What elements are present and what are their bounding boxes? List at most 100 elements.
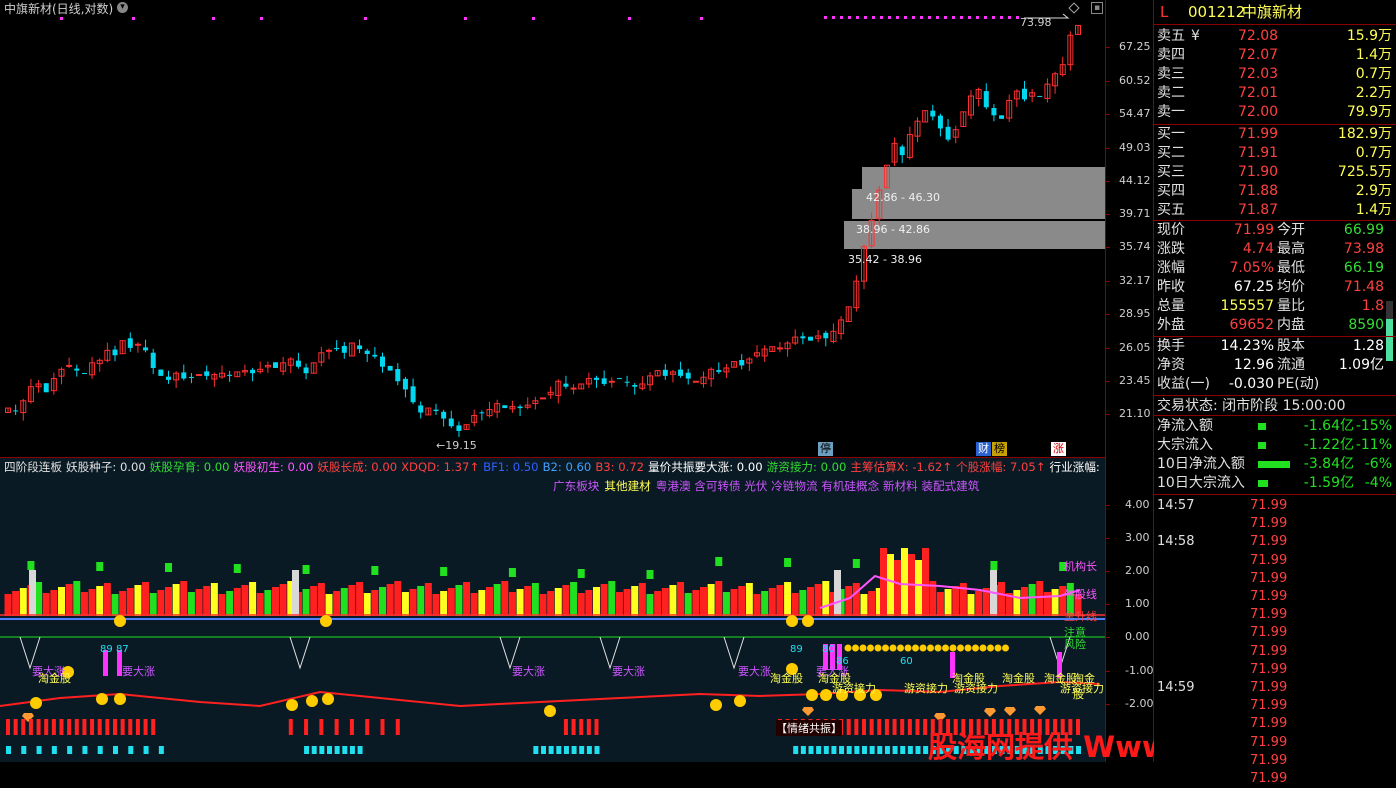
candle-body-down	[181, 372, 187, 379]
stat-label: 流通	[1277, 357, 1305, 373]
tick-row: 71.99	[1154, 715, 1396, 733]
indicator-bar	[531, 583, 539, 616]
sector-line: 广东板块 其他建材 粤港澳 含可转债 光伏 冷链物流 有机硅概念 新材料 装配式建筑	[553, 478, 984, 494]
price-tick-label: 28.95	[1119, 307, 1151, 320]
red-strip	[143, 719, 148, 735]
indicator-bar	[493, 584, 501, 616]
indicator-bar	[363, 593, 371, 616]
indicator-title-part: 量价共振要大涨: 0.00	[648, 460, 763, 474]
indicator-bar	[455, 585, 463, 616]
collapse-icon[interactable]: ▾	[117, 2, 128, 13]
candle-body-down	[937, 115, 943, 129]
top-signal-dot	[976, 16, 979, 19]
candle-body-down	[341, 345, 347, 353]
flow-value: -1.59亿	[1303, 475, 1354, 491]
chip-zone-1-label: 42.86 - 46.30	[866, 191, 940, 204]
cyan-strip	[304, 746, 310, 754]
badge-limit-up[interactable]: 涨	[1051, 442, 1066, 456]
tick-price: 71.99	[1250, 698, 1288, 714]
top-signal-dot	[832, 16, 835, 19]
bid-label: 买二	[1157, 145, 1185, 161]
indicator-float-bar	[27, 561, 35, 570]
candle-body-down	[227, 374, 233, 376]
tick-row: 71.99	[1154, 606, 1396, 624]
stat-row: 涨跌 4.74 最高 73.98	[1154, 240, 1396, 259]
indicator-bar	[348, 585, 356, 616]
bid-label: 买三	[1157, 164, 1185, 180]
tick-price: 71.99	[1250, 752, 1288, 768]
tick-row: 71.99	[1154, 697, 1396, 715]
signal-dot	[844, 644, 852, 652]
indicator-bar	[195, 589, 203, 616]
cyan-strip	[915, 746, 921, 754]
cyan-strip	[357, 746, 363, 754]
peak-bar	[915, 560, 922, 616]
indicator-tick-mark	[1106, 538, 1110, 539]
indicator-bar	[791, 593, 799, 616]
tick-row: 71.99	[1154, 588, 1396, 606]
tick-price: 71.99	[1250, 661, 1288, 677]
indicator-title-part: 妖股孕育: 0.00	[149, 460, 230, 474]
bid-price: 71.91	[1238, 145, 1279, 161]
smiley-icon	[544, 705, 556, 717]
sep-4	[1154, 336, 1396, 337]
candle-body-down	[1022, 88, 1027, 100]
chart-settings-icon[interactable]: ▪	[1091, 2, 1103, 14]
chip-zone-2-label: 38.96 - 42.86	[856, 223, 930, 236]
bid-price: 71.90	[1238, 164, 1279, 180]
top-signal-dot	[1008, 16, 1011, 19]
top-signal-dot	[904, 16, 907, 19]
indicator-bar	[745, 583, 753, 616]
indicator-chart[interactable]: 四阶段连板 妖股种子: 0.00 妖股孕育: 0.00 妖股初生: 0.00 妖股长成:…	[0, 458, 1105, 762]
cyan-strip	[342, 746, 348, 754]
peak-bar	[901, 548, 908, 616]
indicator-bar	[845, 586, 853, 616]
top-signal-dot	[992, 16, 995, 19]
cyan-strip	[793, 746, 799, 754]
badge-rank[interactable]: 榜	[992, 442, 1007, 456]
indicator-bar	[547, 591, 555, 616]
indicator-bar	[1021, 587, 1028, 616]
cyan-strip	[900, 746, 906, 754]
candle-body-up	[692, 380, 699, 383]
indicator-tick-mark	[1106, 637, 1110, 638]
sep-7	[1154, 494, 1396, 495]
price-tick-mark	[1106, 314, 1110, 315]
taojin-label: 淘金股	[1002, 672, 1035, 685]
indicator-bar	[272, 587, 279, 616]
indicator-bar	[860, 594, 868, 616]
cyan-strip	[21, 746, 27, 754]
ask-volume: 15.9万	[1346, 28, 1392, 44]
flow-bar	[1258, 480, 1268, 487]
indicator-title-part: 个股涨幅: 7.05↑	[956, 460, 1046, 474]
red-strip	[113, 719, 117, 735]
candle-body-up	[326, 349, 332, 352]
candle-body-down	[166, 376, 171, 380]
sep-3	[1154, 220, 1396, 221]
badge-stop[interactable]: 停	[818, 442, 833, 456]
indicator-tick-label: -1.00	[1125, 664, 1154, 677]
indicator-bar	[256, 593, 264, 616]
indicator-bar	[807, 587, 814, 616]
candlestick-chart[interactable]: 中旗新材(日线,对数) ▾ ▪ 73.98 ←19.15 42.86 - 46.…	[0, 0, 1105, 458]
top-signal-dot	[848, 16, 851, 19]
sep-5	[1154, 395, 1396, 396]
low-price-value: 19.15	[445, 439, 477, 452]
indicator-float-bar	[852, 559, 860, 568]
indicator-bar	[279, 584, 287, 616]
indicator-bar	[149, 593, 157, 616]
indicator-bar	[524, 586, 532, 616]
bid-row: 买一 71.99 182.9万	[1154, 125, 1396, 144]
indicator-bar	[165, 587, 172, 616]
badge-finance[interactable]: 财	[976, 442, 991, 456]
indicator-bar	[310, 586, 318, 616]
indicator-bar	[646, 594, 654, 616]
indicator-bar	[180, 581, 188, 616]
indicator-svg	[0, 458, 1105, 762]
stat-row: 换手 14.23% 股本 1.28	[1154, 337, 1396, 356]
indicator-bar	[12, 591, 20, 616]
indicator-float-bar	[165, 563, 172, 572]
ask-row: 卖一 72.00 79.9万	[1154, 103, 1396, 122]
tick-row: 71.99	[1154, 661, 1396, 679]
tick-price: 71.99	[1250, 716, 1288, 732]
